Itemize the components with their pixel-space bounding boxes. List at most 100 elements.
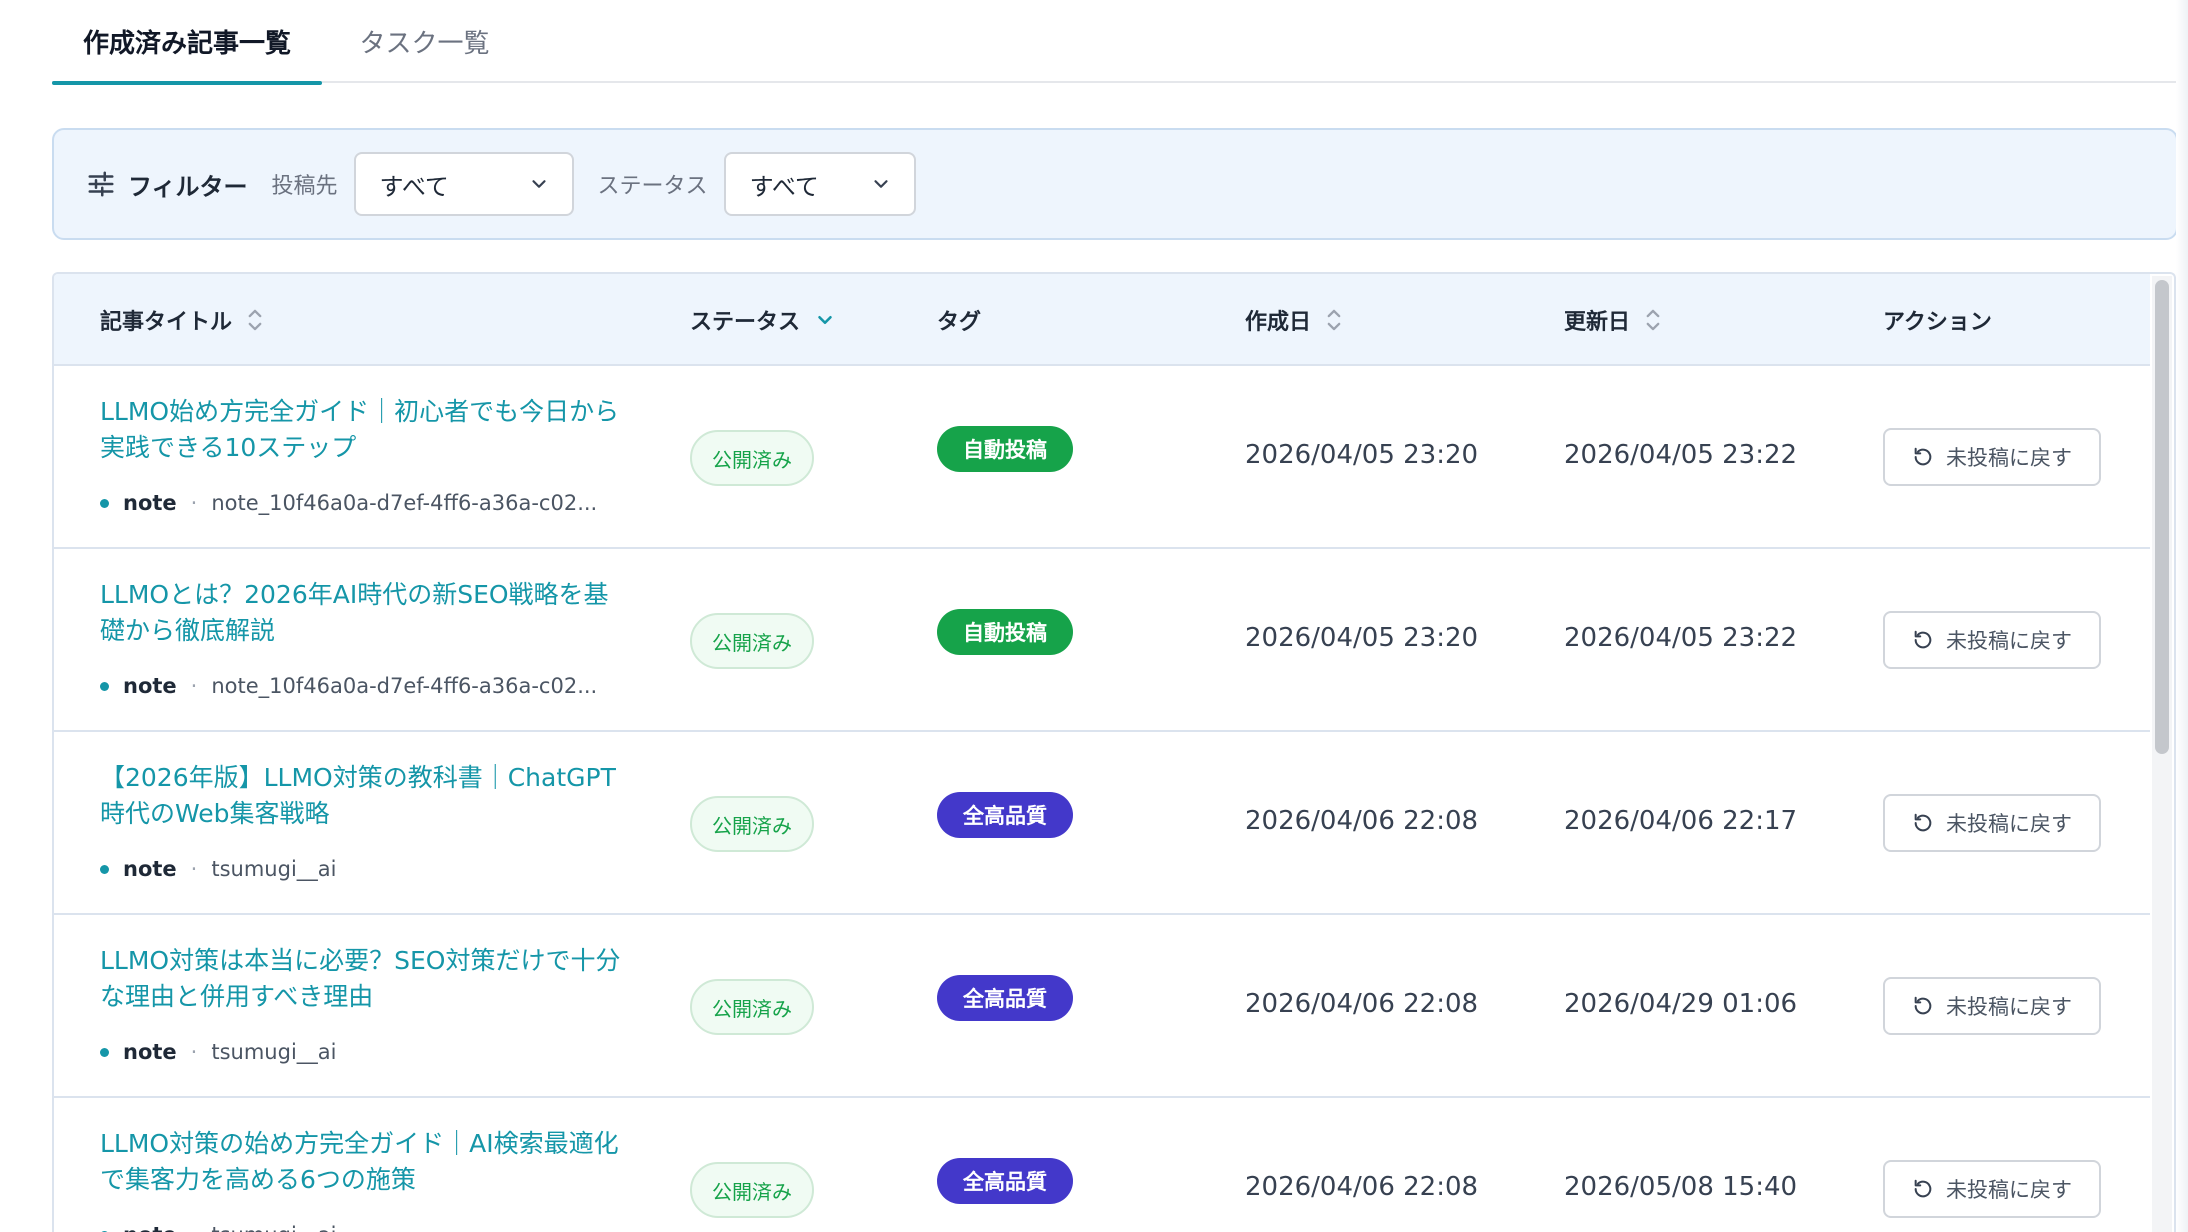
destination-select[interactable]: すべて (353, 152, 574, 216)
table-row: 【2026年版】LLMO対策の教科書｜ChatGPT時代のWeb集客戦略 not… (54, 732, 2150, 915)
tab-bar: 作成済み記事一覧 タスク一覧 (52, 0, 2180, 85)
status-badge: 公開済み (690, 1162, 814, 1218)
status-select[interactable]: すべて (723, 152, 916, 216)
meta-separator: · (190, 1040, 198, 1064)
chevron-down-icon (818, 315, 832, 325)
revert-to-draft-button[interactable]: 未投稿に戻す (1883, 428, 2101, 486)
account-name: tsumugi__ai (211, 857, 337, 881)
status-badge: 公開済み (690, 430, 814, 486)
column-header-updated-label: 更新日 (1564, 310, 1631, 335)
meta-separator: · (191, 1223, 198, 1232)
chevron-down-icon (531, 180, 546, 188)
column-header-status-label: ステータス (690, 310, 801, 335)
column-header-created-label: 作成日 (1245, 310, 1312, 335)
undo-icon (1914, 1179, 1932, 1198)
tag-badge: 全高品質 (937, 975, 1073, 1021)
created-date: 2026/04/06 22:08 (1245, 989, 1479, 1019)
column-header-title[interactable]: 記事タイトル (100, 274, 264, 366)
table-row: LLMO対策の始め方完全ガイド｜AI検索最適化で集客力を高める6つの施策 not… (54, 1098, 2150, 1232)
column-header-action: アクション (1883, 274, 1992, 366)
revert-button-label: 未投稿に戻す (1946, 812, 2072, 836)
undo-icon (1914, 996, 1932, 1015)
platform-name: note (123, 1040, 177, 1064)
platform-dot (100, 1047, 109, 1057)
updated-date: 2026/04/05 23:22 (1564, 623, 1798, 653)
account-name: note_10f46a0a-d7ef-4ff6-a36a-c02... (211, 674, 598, 698)
updated-date: 2026/04/06 22:17 (1564, 806, 1798, 836)
tag-badge: 全高品質 (937, 792, 1073, 838)
column-header-tag: タグ (937, 274, 981, 366)
tab-created-articles[interactable]: 作成済み記事一覧 (52, 0, 322, 85)
account-name: note_10f46a0a-d7ef-4ff6-a36a-c02... (211, 491, 598, 515)
column-header-title-label: 記事タイトル (100, 310, 233, 335)
updated-date: 2026/04/29 01:06 (1564, 989, 1798, 1019)
column-header-created[interactable]: 作成日 (1245, 274, 1343, 366)
revert-to-draft-button[interactable]: 未投稿に戻す (1883, 794, 2101, 852)
table-row: LLMO始め方完全ガイド｜初心者でも今日から実践できる10ステップ note ·… (54, 366, 2150, 549)
revert-to-draft-button[interactable]: 未投稿に戻す (1883, 1160, 2101, 1218)
meta-separator: · (190, 674, 198, 698)
updated-date: 2026/04/05 23:22 (1564, 440, 1798, 470)
article-meta: note · tsumugi__ai (100, 1037, 336, 1067)
window-edge (2176, 0, 2188, 1232)
table-row: LLMOとは？2026年AI時代の新SEO戦略を基礎から徹底解説 note · … (54, 549, 2150, 732)
sort-icon (1646, 309, 1660, 331)
article-meta: note · tsumugi__ai (100, 1220, 336, 1232)
status-select-value: すべて (749, 172, 819, 201)
status-badge: 公開済み (690, 796, 814, 852)
updated-date: 2026/05/08 15:40 (1564, 1172, 1798, 1202)
platform-dot (100, 864, 109, 874)
tag-badge: 自動投稿 (937, 609, 1073, 655)
platform-name: note (123, 1223, 177, 1232)
chevron-down-icon (873, 180, 888, 188)
tab-task-list[interactable]: タスク一覧 (322, 0, 527, 83)
created-date: 2026/04/06 22:08 (1245, 1172, 1479, 1202)
platform-name: note (123, 674, 177, 698)
revert-to-draft-button[interactable]: 未投稿に戻す (1883, 977, 2101, 1035)
meta-separator: · (190, 491, 198, 515)
sort-icon (1327, 309, 1341, 331)
platform-name: note (123, 857, 177, 881)
filter-bar: フィルター 投稿先 すべて ステータス すべて (52, 128, 2178, 240)
revert-button-label: 未投稿に戻す (1946, 446, 2072, 470)
status-badge: 公開済み (690, 613, 814, 669)
status-badge: 公開済み (690, 979, 814, 1035)
column-header-status[interactable]: ステータス (690, 274, 836, 366)
undo-icon (1914, 630, 1932, 649)
article-title-link[interactable]: LLMOとは？2026年AI時代の新SEO戦略を基礎から徹底解説 (100, 577, 630, 649)
platform-dot (100, 681, 109, 691)
created-date: 2026/04/05 23:20 (1245, 440, 1479, 470)
undo-icon (1914, 813, 1932, 832)
sliders-icon (88, 171, 114, 197)
article-meta: note · note_10f46a0a-d7ef-4ff6-a36a-c02.… (100, 488, 597, 518)
table-row: LLMO対策は本当に必要？SEO対策だけで十分な理由と併用すべき理由 note … (54, 915, 2150, 1098)
tag-badge: 自動投稿 (937, 426, 1073, 472)
table-scrollbar[interactable] (2152, 276, 2172, 1232)
status-filter-label: ステータス (597, 174, 708, 199)
revert-button-label: 未投稿に戻す (1946, 629, 2072, 653)
account-name: tsumugi__ai (211, 1223, 336, 1232)
scrollbar-thumb[interactable] (2155, 280, 2169, 754)
table-header: 記事タイトル ステータス タグ 作成日 更新日 アクション (54, 274, 2150, 366)
article-title-link[interactable]: LLMO始め方完全ガイド｜初心者でも今日から実践できる10ステップ (100, 394, 630, 466)
article-meta: note · note_10f46a0a-d7ef-4ff6-a36a-c02.… (100, 671, 597, 701)
created-date: 2026/04/06 22:08 (1245, 806, 1479, 836)
destination-select-value: すべて (379, 172, 449, 201)
account-name: tsumugi__ai (211, 1040, 337, 1064)
undo-icon (1914, 447, 1932, 466)
revert-to-draft-button[interactable]: 未投稿に戻す (1883, 611, 2101, 669)
filter-title: フィルター (128, 172, 248, 201)
destination-label: 投稿先 (271, 174, 338, 199)
column-header-updated[interactable]: 更新日 (1564, 274, 1662, 366)
article-title-link[interactable]: LLMO対策の始め方完全ガイド｜AI検索最適化で集客力を高める6つの施策 (100, 1126, 630, 1198)
meta-separator: · (190, 857, 198, 881)
platform-dot (100, 498, 109, 508)
article-meta: note · tsumugi__ai (100, 854, 336, 884)
articles-table: 記事タイトル ステータス タグ 作成日 更新日 アクション LLMO始め方完全ガ… (52, 272, 2176, 1232)
column-header-tag-label: タグ (937, 310, 982, 335)
article-title-link[interactable]: 【2026年版】LLMO対策の教科書｜ChatGPT時代のWeb集客戦略 (100, 760, 630, 832)
platform-name: note (123, 491, 177, 515)
article-title-link[interactable]: LLMO対策は本当に必要？SEO対策だけで十分な理由と併用すべき理由 (100, 943, 630, 1015)
revert-button-label: 未投稿に戻す (1946, 1178, 2072, 1202)
sort-icon (248, 309, 262, 331)
